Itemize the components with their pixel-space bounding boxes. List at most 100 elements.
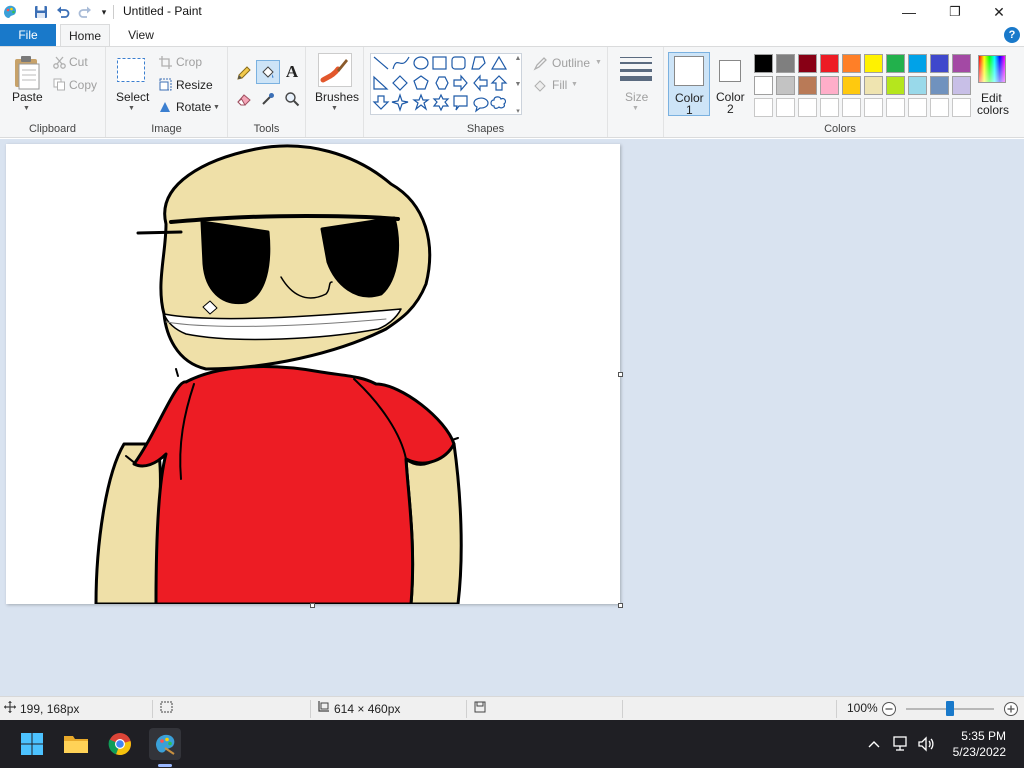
paint-taskbar-icon[interactable] bbox=[149, 728, 181, 760]
color1-button[interactable]: Color 1 bbox=[668, 52, 710, 117]
custom-color-slot[interactable] bbox=[842, 98, 861, 117]
custom-color-slot[interactable] bbox=[820, 98, 839, 117]
color-swatch[interactable] bbox=[886, 76, 905, 95]
color-swatch[interactable] bbox=[952, 76, 971, 95]
custom-color-slot[interactable] bbox=[886, 98, 905, 117]
custom-color-slot[interactable] bbox=[798, 98, 817, 117]
custom-color-slot[interactable] bbox=[864, 98, 883, 117]
network-icon[interactable] bbox=[890, 734, 910, 754]
cut-button[interactable]: Cut bbox=[69, 55, 88, 69]
file-explorer-icon[interactable] bbox=[60, 728, 92, 760]
crop-button[interactable]: Crop bbox=[176, 55, 202, 69]
pencil-icon[interactable] bbox=[234, 63, 254, 83]
maximize-button[interactable]: ❐ bbox=[932, 0, 978, 24]
customize-quick-access-icon[interactable]: ▾ bbox=[96, 4, 112, 20]
outline-dropdown-icon[interactable]: ▼ bbox=[595, 59, 602, 66]
color-swatch[interactable] bbox=[864, 54, 883, 73]
paste-icon[interactable] bbox=[10, 53, 44, 93]
color-swatch[interactable] bbox=[908, 76, 927, 95]
rotate-dropdown-icon[interactable]: ▼ bbox=[213, 104, 220, 111]
color-swatch[interactable] bbox=[952, 54, 971, 73]
color-swatch[interactable] bbox=[864, 76, 883, 95]
select-icon[interactable] bbox=[116, 57, 146, 83]
resize-handle-bottom[interactable] bbox=[310, 603, 315, 608]
shapes-group: ▲ ▼ ▾ Outline ▼ Fill ▼ Shapes bbox=[364, 47, 608, 137]
custom-color-slot[interactable] bbox=[930, 98, 949, 117]
magnifier-icon[interactable] bbox=[282, 89, 302, 109]
color-swatch[interactable] bbox=[930, 54, 949, 73]
eraser-icon[interactable] bbox=[234, 89, 254, 109]
color-swatch[interactable] bbox=[754, 76, 773, 95]
color1-swatch bbox=[674, 56, 704, 86]
tab-home[interactable]: Home bbox=[60, 24, 110, 47]
color-swatch[interactable] bbox=[886, 54, 905, 73]
color-picker-icon[interactable] bbox=[258, 89, 278, 109]
color-swatch[interactable] bbox=[820, 54, 839, 73]
fill-dropdown-icon[interactable]: ▼ bbox=[571, 81, 578, 88]
color-swatch[interactable] bbox=[908, 54, 927, 73]
windows-start-icon[interactable] bbox=[16, 728, 48, 760]
edit-colors-label-2[interactable]: colors bbox=[977, 103, 1009, 117]
canvas-workspace[interactable] bbox=[0, 139, 1024, 696]
show-hidden-icons-icon[interactable] bbox=[864, 734, 884, 754]
paint-active-indicator bbox=[158, 764, 172, 767]
zoom-out-button[interactable] bbox=[881, 701, 897, 717]
undo-icon[interactable] bbox=[55, 4, 71, 20]
right-arrow-shape-icon bbox=[453, 74, 468, 92]
custom-color-slot[interactable] bbox=[952, 98, 971, 117]
size-icon[interactable] bbox=[620, 55, 652, 83]
tab-view[interactable]: View bbox=[118, 24, 164, 46]
select-dropdown-icon[interactable]: ▼ bbox=[128, 105, 135, 112]
color-swatch[interactable] bbox=[842, 54, 861, 73]
paste-dropdown-icon[interactable]: ▼ bbox=[23, 105, 30, 112]
edit-colors-icon[interactable] bbox=[978, 55, 1006, 83]
tab-file[interactable]: File bbox=[0, 24, 56, 46]
brushes-dropdown-icon[interactable]: ▼ bbox=[331, 105, 338, 112]
color2-button[interactable]: Color 2 bbox=[712, 52, 750, 116]
color-swatch[interactable] bbox=[930, 76, 949, 95]
left-arm bbox=[94, 442, 162, 604]
custom-color-slot[interactable] bbox=[908, 98, 927, 117]
fill-button[interactable]: Fill bbox=[552, 78, 567, 92]
gallery-expand-icon[interactable]: ▾ bbox=[516, 107, 520, 115]
save-icon[interactable] bbox=[33, 4, 49, 20]
brushes-button[interactable]: Brushes bbox=[315, 90, 359, 104]
paint-app-icon[interactable] bbox=[2, 4, 18, 20]
resize-handle-right[interactable] bbox=[618, 372, 623, 377]
custom-color-slot[interactable] bbox=[776, 98, 795, 117]
rotate-button[interactable]: Rotate bbox=[176, 100, 211, 114]
chrome-icon[interactable] bbox=[104, 728, 136, 760]
resize-handle-corner[interactable] bbox=[618, 603, 623, 608]
brushes-icon[interactable] bbox=[318, 53, 352, 87]
outline-button[interactable]: Outline bbox=[552, 56, 590, 70]
text-tool-icon[interactable]: A bbox=[282, 62, 302, 82]
volume-icon[interactable] bbox=[916, 734, 936, 754]
zoom-slider-thumb[interactable] bbox=[946, 701, 954, 716]
close-button[interactable]: ✕ bbox=[976, 0, 1022, 24]
size-button[interactable]: Size bbox=[625, 90, 648, 104]
taskbar-clock[interactable]: 5:35 PM 5/23/2022 bbox=[953, 728, 1006, 760]
color-swatch[interactable] bbox=[776, 76, 795, 95]
paste-button[interactable]: Paste bbox=[12, 90, 43, 104]
scroll-down-icon[interactable]: ▼ bbox=[515, 81, 522, 88]
color-swatch[interactable] bbox=[798, 76, 817, 95]
size-dropdown-icon[interactable]: ▼ bbox=[632, 105, 639, 112]
fill-with-color-icon[interactable] bbox=[256, 60, 280, 84]
minimize-button[interactable]: — bbox=[886, 0, 932, 24]
status-separator-2 bbox=[310, 700, 311, 718]
custom-color-slot[interactable] bbox=[754, 98, 773, 117]
color-swatch[interactable] bbox=[754, 54, 773, 73]
copy-button[interactable]: Copy bbox=[69, 78, 97, 92]
select-button[interactable]: Select bbox=[116, 90, 149, 104]
help-icon[interactable]: ? bbox=[1004, 27, 1020, 43]
zoom-in-button[interactable] bbox=[1003, 701, 1019, 717]
redo-icon[interactable] bbox=[77, 4, 93, 20]
color-swatch[interactable] bbox=[798, 54, 817, 73]
shapes-gallery-scroll[interactable]: ▲ ▼ ▾ bbox=[514, 55, 522, 115]
color-swatch[interactable] bbox=[842, 76, 861, 95]
drawing-canvas[interactable] bbox=[6, 144, 620, 604]
color-swatch[interactable] bbox=[820, 76, 839, 95]
resize-button[interactable]: Resize bbox=[176, 78, 213, 92]
scroll-up-icon[interactable]: ▲ bbox=[515, 55, 522, 62]
color-swatch[interactable] bbox=[776, 54, 795, 73]
